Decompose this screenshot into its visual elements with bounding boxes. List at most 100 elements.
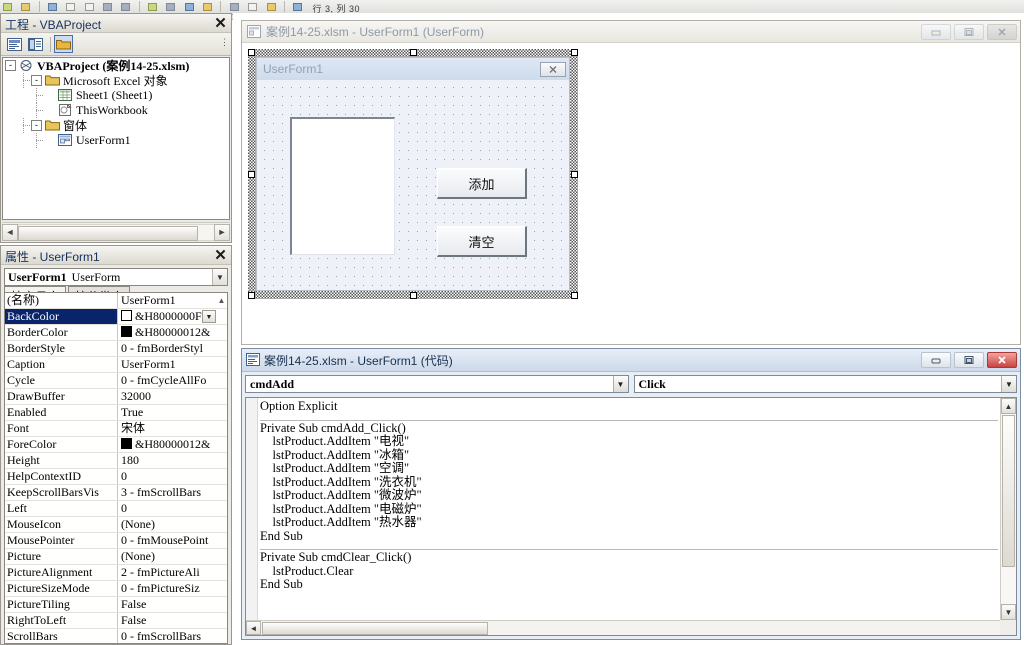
tree-node-0[interactable]: - VBAProject (案例14-25.xlsm) — [3, 58, 229, 73]
procedure-select[interactable]: Click ▼ — [633, 375, 1017, 393]
close-button[interactable] — [987, 23, 1017, 40]
resize-handle-w[interactable] — [248, 171, 255, 178]
property-row-13[interactable]: Left 0 — [5, 501, 227, 517]
copy-icon[interactable] — [64, 1, 77, 13]
tree-node-2[interactable]: Sheet1 (Sheet1) — [3, 88, 229, 103]
project-tree[interactable]: - VBAProject (案例14-25.xlsm) - Microsoft Exc… — [2, 57, 230, 220]
restore-button[interactable] — [954, 352, 984, 368]
property-row-16[interactable]: Picture (None) — [5, 549, 227, 565]
property-row-3[interactable]: BorderStyle 0 - fmBorderStyl — [5, 341, 227, 357]
property-row-12[interactable]: KeepScrollBarsVis 3 - fmScrollBars — [5, 485, 227, 501]
property-value-cell[interactable]: 宋体 — [118, 421, 227, 436]
property-row-10[interactable]: Height 180 — [5, 453, 227, 469]
add-button[interactable]: 添加 — [437, 168, 527, 199]
design-mode-icon[interactable] — [201, 1, 214, 13]
property-value-cell[interactable]: (None) — [118, 517, 227, 532]
property-row-1[interactable]: BackColor &H8000000F& ▼ — [5, 309, 227, 325]
property-row-21[interactable]: ScrollBars 0 - fmScrollBars — [5, 629, 227, 643]
close-button[interactable] — [987, 352, 1017, 368]
property-row-5[interactable]: Cycle 0 - fmCycleAllFo — [5, 373, 227, 389]
close-icon[interactable]: ✕ — [212, 248, 229, 264]
close-icon[interactable]: ✕ — [212, 16, 229, 32]
tree-node-1[interactable]: - Microsoft Excel 对象 — [3, 73, 229, 88]
property-object-select[interactable]: UserForm1 UserForm ▼ — [4, 268, 228, 286]
code-margin-indicator-bar[interactable] — [246, 398, 258, 635]
property-row-4[interactable]: Caption UserForm1 — [5, 357, 227, 373]
toolbox-icon[interactable] — [291, 1, 304, 13]
property-value-cell[interactable]: False — [118, 613, 227, 628]
resize-handle-nw[interactable] — [248, 49, 255, 56]
resize-handle-n[interactable] — [410, 49, 417, 56]
userform-canvas[interactable]: 添加 清空 — [257, 80, 569, 290]
property-value-cell[interactable]: (None) — [118, 549, 227, 564]
property-row-9[interactable]: ForeColor &H80000012& — [5, 437, 227, 453]
code-titlebar[interactable]: 案例14-25.xlsm - UserForm1 (代码) — [242, 349, 1020, 372]
property-row-0[interactable]: (名称) UserForm1 ▲ — [5, 293, 227, 309]
object-browser-icon[interactable] — [265, 1, 278, 13]
property-value-cell[interactable]: 2 - fmPictureAli — [118, 565, 227, 580]
paste-icon[interactable] — [83, 1, 96, 13]
cut-icon[interactable] — [46, 1, 59, 13]
restore-button[interactable] — [954, 23, 984, 40]
scrollbar-track[interactable] — [1001, 414, 1016, 604]
property-value-cell[interactable]: &H80000012& — [118, 437, 227, 452]
tree-expander[interactable]: - — [5, 60, 16, 71]
scrollbar-thumb[interactable] — [262, 621, 489, 635]
toolbar-overflow-icon[interactable]: ⋮ — [220, 38, 229, 48]
object-select[interactable]: cmdAdd ▼ — [245, 375, 629, 393]
property-row-18[interactable]: PictureSizeMode 0 - fmPictureSiz — [5, 581, 227, 597]
minimize-button[interactable] — [921, 352, 951, 368]
property-value-cell[interactable]: &H8000000F& ▼ — [118, 309, 227, 324]
minimize-button[interactable] — [921, 23, 951, 40]
userform-caption-bar[interactable]: UserForm1 — [257, 58, 569, 80]
code-vscrollbar[interactable]: ▲ ▼ — [1000, 398, 1016, 620]
resize-handle-sw[interactable] — [248, 292, 255, 299]
resize-handle-s[interactable] — [410, 292, 417, 299]
tree-expander[interactable]: - — [31, 75, 42, 86]
tree-expander[interactable]: - — [31, 120, 42, 131]
scrollbar-thumb[interactable] — [1002, 415, 1015, 567]
property-value-cell[interactable]: UserForm1 ▲ — [118, 293, 227, 308]
view-object-button[interactable] — [26, 35, 45, 53]
project-explorer-toolbar[interactable]: ⋮ — [1, 33, 231, 56]
property-value-cell[interactable]: UserForm1 — [118, 357, 227, 372]
designer-titlebar[interactable]: 案例14-25.xlsm - UserForm1 (UserForm) — [242, 21, 1020, 43]
scroll-down-icon[interactable]: ▼ — [1001, 604, 1016, 620]
property-value-cell[interactable]: 0 - fmMousePoint — [118, 533, 227, 548]
property-value-cell[interactable]: &H80000012& — [118, 325, 227, 340]
save-icon[interactable] — [19, 1, 32, 13]
property-value-cell[interactable]: 32000 — [118, 389, 227, 404]
resize-handle-se[interactable] — [571, 292, 578, 299]
pause-icon[interactable] — [164, 1, 177, 13]
scroll-left-icon[interactable]: ◄ — [246, 621, 261, 635]
code-editor[interactable]: Option Explicit Private Sub cmdAdd_Click(… — [245, 397, 1017, 636]
tree-node-5[interactable]: UserForm1 — [3, 133, 229, 148]
scroll-up-icon[interactable]: ▲ — [1001, 398, 1016, 414]
run-icon[interactable] — [146, 1, 159, 13]
code-text[interactable]: Option Explicit Private Sub cmdAdd_Click(… — [260, 400, 998, 617]
project-explorer-icon[interactable] — [228, 1, 241, 13]
view-code-button[interactable] — [5, 35, 24, 53]
property-row-20[interactable]: RightToLeft False — [5, 613, 227, 629]
userform[interactable]: UserForm1 添加 清空 — [256, 57, 570, 291]
stop-icon[interactable] — [183, 1, 196, 13]
code-dropdown-bar[interactable]: cmdAdd ▼ Click ▼ — [242, 372, 1020, 396]
chevron-down-icon[interactable]: ▼ — [1001, 376, 1016, 392]
property-value-cell[interactable]: 180 — [118, 453, 227, 468]
properties-window-icon[interactable] — [246, 1, 259, 13]
tree-node-4[interactable]: - 窗体 — [3, 118, 229, 133]
clear-button[interactable]: 清空 — [437, 226, 527, 257]
undo-icon[interactable] — [101, 1, 114, 13]
excel-icon[interactable] — [1, 1, 14, 13]
property-value-cell[interactable]: 0 — [118, 469, 227, 484]
scroll-left-icon[interactable]: ◄ — [2, 223, 18, 241]
property-row-7[interactable]: Enabled True — [5, 405, 227, 421]
property-value-cell[interactable]: 3 - fmScrollBars — [118, 485, 227, 500]
property-row-8[interactable]: Font 宋体 — [5, 421, 227, 437]
property-row-15[interactable]: MousePointer 0 - fmMousePoint — [5, 533, 227, 549]
listbox-lstproduct[interactable] — [290, 117, 395, 255]
project-tree-hscrollbar[interactable]: ◄ ► — [2, 222, 230, 241]
property-row-6[interactable]: DrawBuffer 32000 — [5, 389, 227, 405]
properties-grid[interactable]: (名称) UserForm1 ▲ BackColor &H8000000F& ▼ Borde… — [4, 292, 228, 644]
property-row-14[interactable]: MouseIcon (None) — [5, 517, 227, 533]
